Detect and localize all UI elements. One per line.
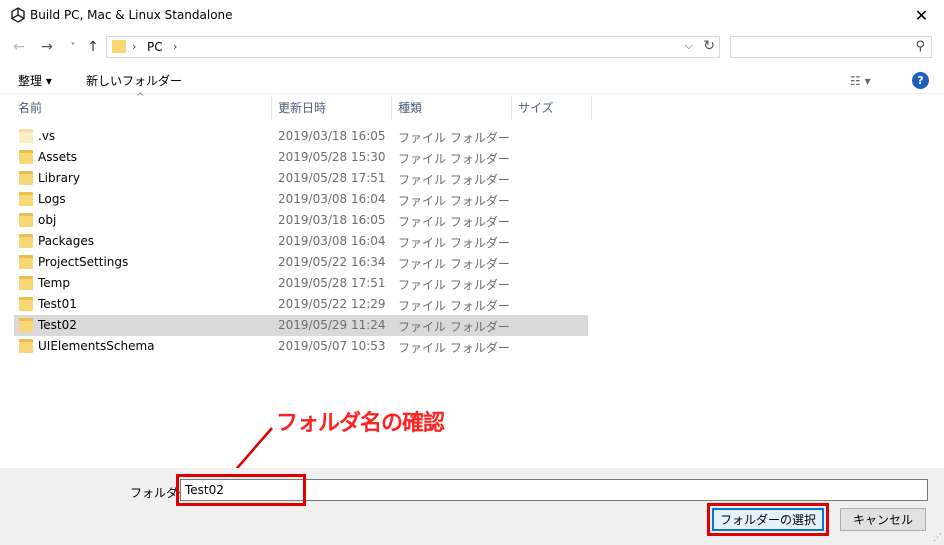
column-date[interactable]: 更新日時 bbox=[272, 96, 392, 120]
toolbar: 整理 ▾ 新しいフォルダー ☷ ▾ ? bbox=[0, 66, 944, 94]
chevron-down-icon[interactable]: ⌵ bbox=[685, 39, 693, 53]
forward-arrow-icon[interactable]: → bbox=[38, 38, 56, 56]
column-size[interactable]: サイズ bbox=[512, 96, 592, 120]
file-date: 2019/03/18 16:05 bbox=[278, 213, 386, 227]
view-options-icon[interactable]: ☷ ▾ bbox=[850, 74, 871, 88]
breadcrumb-pc[interactable]: PC bbox=[147, 40, 163, 54]
file-date: 2019/03/08 16:04 bbox=[278, 234, 386, 248]
close-icon[interactable]: ✕ bbox=[899, 0, 944, 31]
cancel-button[interactable]: キャンセル bbox=[840, 508, 926, 531]
up-arrow-icon[interactable]: ↑ bbox=[84, 38, 102, 56]
refresh-icon[interactable]: ↻ bbox=[703, 38, 715, 54]
column-header: ^ 名前 更新日時 種類 サイズ bbox=[0, 92, 944, 120]
search-icon[interactable]: ⚲ bbox=[915, 39, 925, 54]
file-type: ファイル フォルダー bbox=[398, 320, 510, 334]
help-icon[interactable]: ? bbox=[912, 72, 929, 89]
file-name: .vs bbox=[38, 129, 56, 143]
resize-grip-icon[interactable]: ⋰ bbox=[933, 533, 942, 543]
select-folder-button[interactable]: フォルダーの選択 bbox=[712, 508, 824, 531]
file-row[interactable]: Temp 2019/05/28 17:51 ファイル フォルダー bbox=[14, 273, 588, 294]
file-date: 2019/05/07 10:53 bbox=[278, 339, 386, 353]
search-input[interactable]: ⚲ bbox=[730, 36, 932, 58]
folder-icon bbox=[19, 171, 33, 185]
file-date: 2019/05/28 15:30 bbox=[278, 150, 386, 164]
folder-icon bbox=[19, 129, 33, 143]
folder-name-input[interactable] bbox=[180, 479, 928, 501]
file-type: ファイル フォルダー bbox=[398, 152, 510, 166]
file-type: ファイル フォルダー bbox=[398, 194, 510, 208]
file-name: Library bbox=[38, 171, 80, 185]
folder-icon bbox=[19, 318, 33, 332]
organize-button[interactable]: 整理 ▾ bbox=[18, 72, 52, 89]
chevron-right-icon[interactable]: › bbox=[173, 40, 177, 53]
file-date: 2019/03/08 16:04 bbox=[278, 192, 386, 206]
file-row[interactable]: Test02 2019/05/29 11:24 ファイル フォルダー bbox=[14, 315, 588, 336]
file-row[interactable]: UIElementsSchema 2019/05/07 10:53 ファイル フォル… bbox=[14, 336, 588, 357]
address-bar[interactable]: › PC › ⌵ ↻ bbox=[106, 36, 720, 58]
file-date: 2019/05/28 17:51 bbox=[278, 171, 386, 185]
folder-icon bbox=[19, 297, 33, 311]
file-date: 2019/05/22 12:29 bbox=[278, 297, 386, 311]
folder-icon bbox=[112, 40, 126, 53]
folder-icon bbox=[19, 192, 33, 206]
file-row[interactable]: Test01 2019/05/22 12:29 ファイル フォルダー bbox=[14, 294, 588, 315]
file-name: Temp bbox=[38, 276, 70, 290]
file-name: obj bbox=[38, 213, 57, 227]
file-row[interactable]: .vs 2019/03/18 16:05 ファイル フォルダー bbox=[14, 126, 588, 147]
unity-logo-icon bbox=[11, 7, 25, 23]
file-row[interactable]: Packages 2019/03/08 16:04 ファイル フォルダー bbox=[14, 231, 588, 252]
annotation-label: フォルダ名の確認 bbox=[276, 411, 445, 436]
column-name[interactable]: 名前 bbox=[12, 96, 272, 120]
file-name: Test02 bbox=[38, 318, 77, 332]
new-folder-button[interactable]: 新しいフォルダー bbox=[86, 72, 182, 89]
folder-icon bbox=[19, 255, 33, 269]
file-name: Packages bbox=[38, 234, 94, 248]
file-row[interactable]: Logs 2019/03/08 16:04 ファイル フォルダー bbox=[14, 189, 588, 210]
file-type: ファイル フォルダー bbox=[398, 173, 510, 187]
file-row[interactable]: ProjectSettings 2019/05/22 16:34 ファイル フォルダ… bbox=[14, 252, 588, 273]
folder-icon bbox=[19, 276, 33, 290]
file-row[interactable]: Assets 2019/05/28 15:30 ファイル フォルダー bbox=[14, 147, 588, 168]
file-type: ファイル フォルダー bbox=[398, 131, 510, 145]
folder-icon bbox=[19, 213, 33, 227]
folder-icon bbox=[19, 234, 33, 248]
file-name: UIElementsSchema bbox=[38, 339, 155, 353]
folder-icon bbox=[19, 150, 33, 164]
window-title: Build PC, Mac & Linux Standalone bbox=[30, 8, 233, 22]
title-bar: Build PC, Mac & Linux Standalone ✕ bbox=[0, 0, 944, 31]
chevron-right-icon[interactable]: › bbox=[132, 40, 136, 53]
file-type: ファイル フォルダー bbox=[398, 299, 510, 313]
column-type[interactable]: 種類 bbox=[392, 96, 512, 120]
back-arrow-icon[interactable]: ← bbox=[10, 38, 28, 56]
recent-locations-icon[interactable]: ˅ bbox=[64, 38, 82, 56]
file-row[interactable]: obj 2019/03/18 16:05 ファイル フォルダー bbox=[14, 210, 588, 231]
file-row[interactable]: Library 2019/05/28 17:51 ファイル フォルダー bbox=[14, 168, 588, 189]
file-date: 2019/05/28 17:51 bbox=[278, 276, 386, 290]
file-name: Test01 bbox=[38, 297, 77, 311]
file-name: ProjectSettings bbox=[38, 255, 129, 269]
file-date: 2019/05/29 11:24 bbox=[278, 318, 386, 332]
file-name: Assets bbox=[38, 150, 78, 164]
file-type: ファイル フォルダー bbox=[398, 215, 510, 229]
file-type: ファイル フォルダー bbox=[398, 341, 510, 355]
file-date: 2019/03/18 16:05 bbox=[278, 129, 386, 143]
file-type: ファイル フォルダー bbox=[398, 278, 510, 292]
file-type: ファイル フォルダー bbox=[398, 257, 510, 271]
file-date: 2019/05/22 16:34 bbox=[278, 255, 386, 269]
file-type: ファイル フォルダー bbox=[398, 236, 510, 250]
file-name: Logs bbox=[38, 192, 66, 206]
folder-icon bbox=[19, 339, 33, 353]
